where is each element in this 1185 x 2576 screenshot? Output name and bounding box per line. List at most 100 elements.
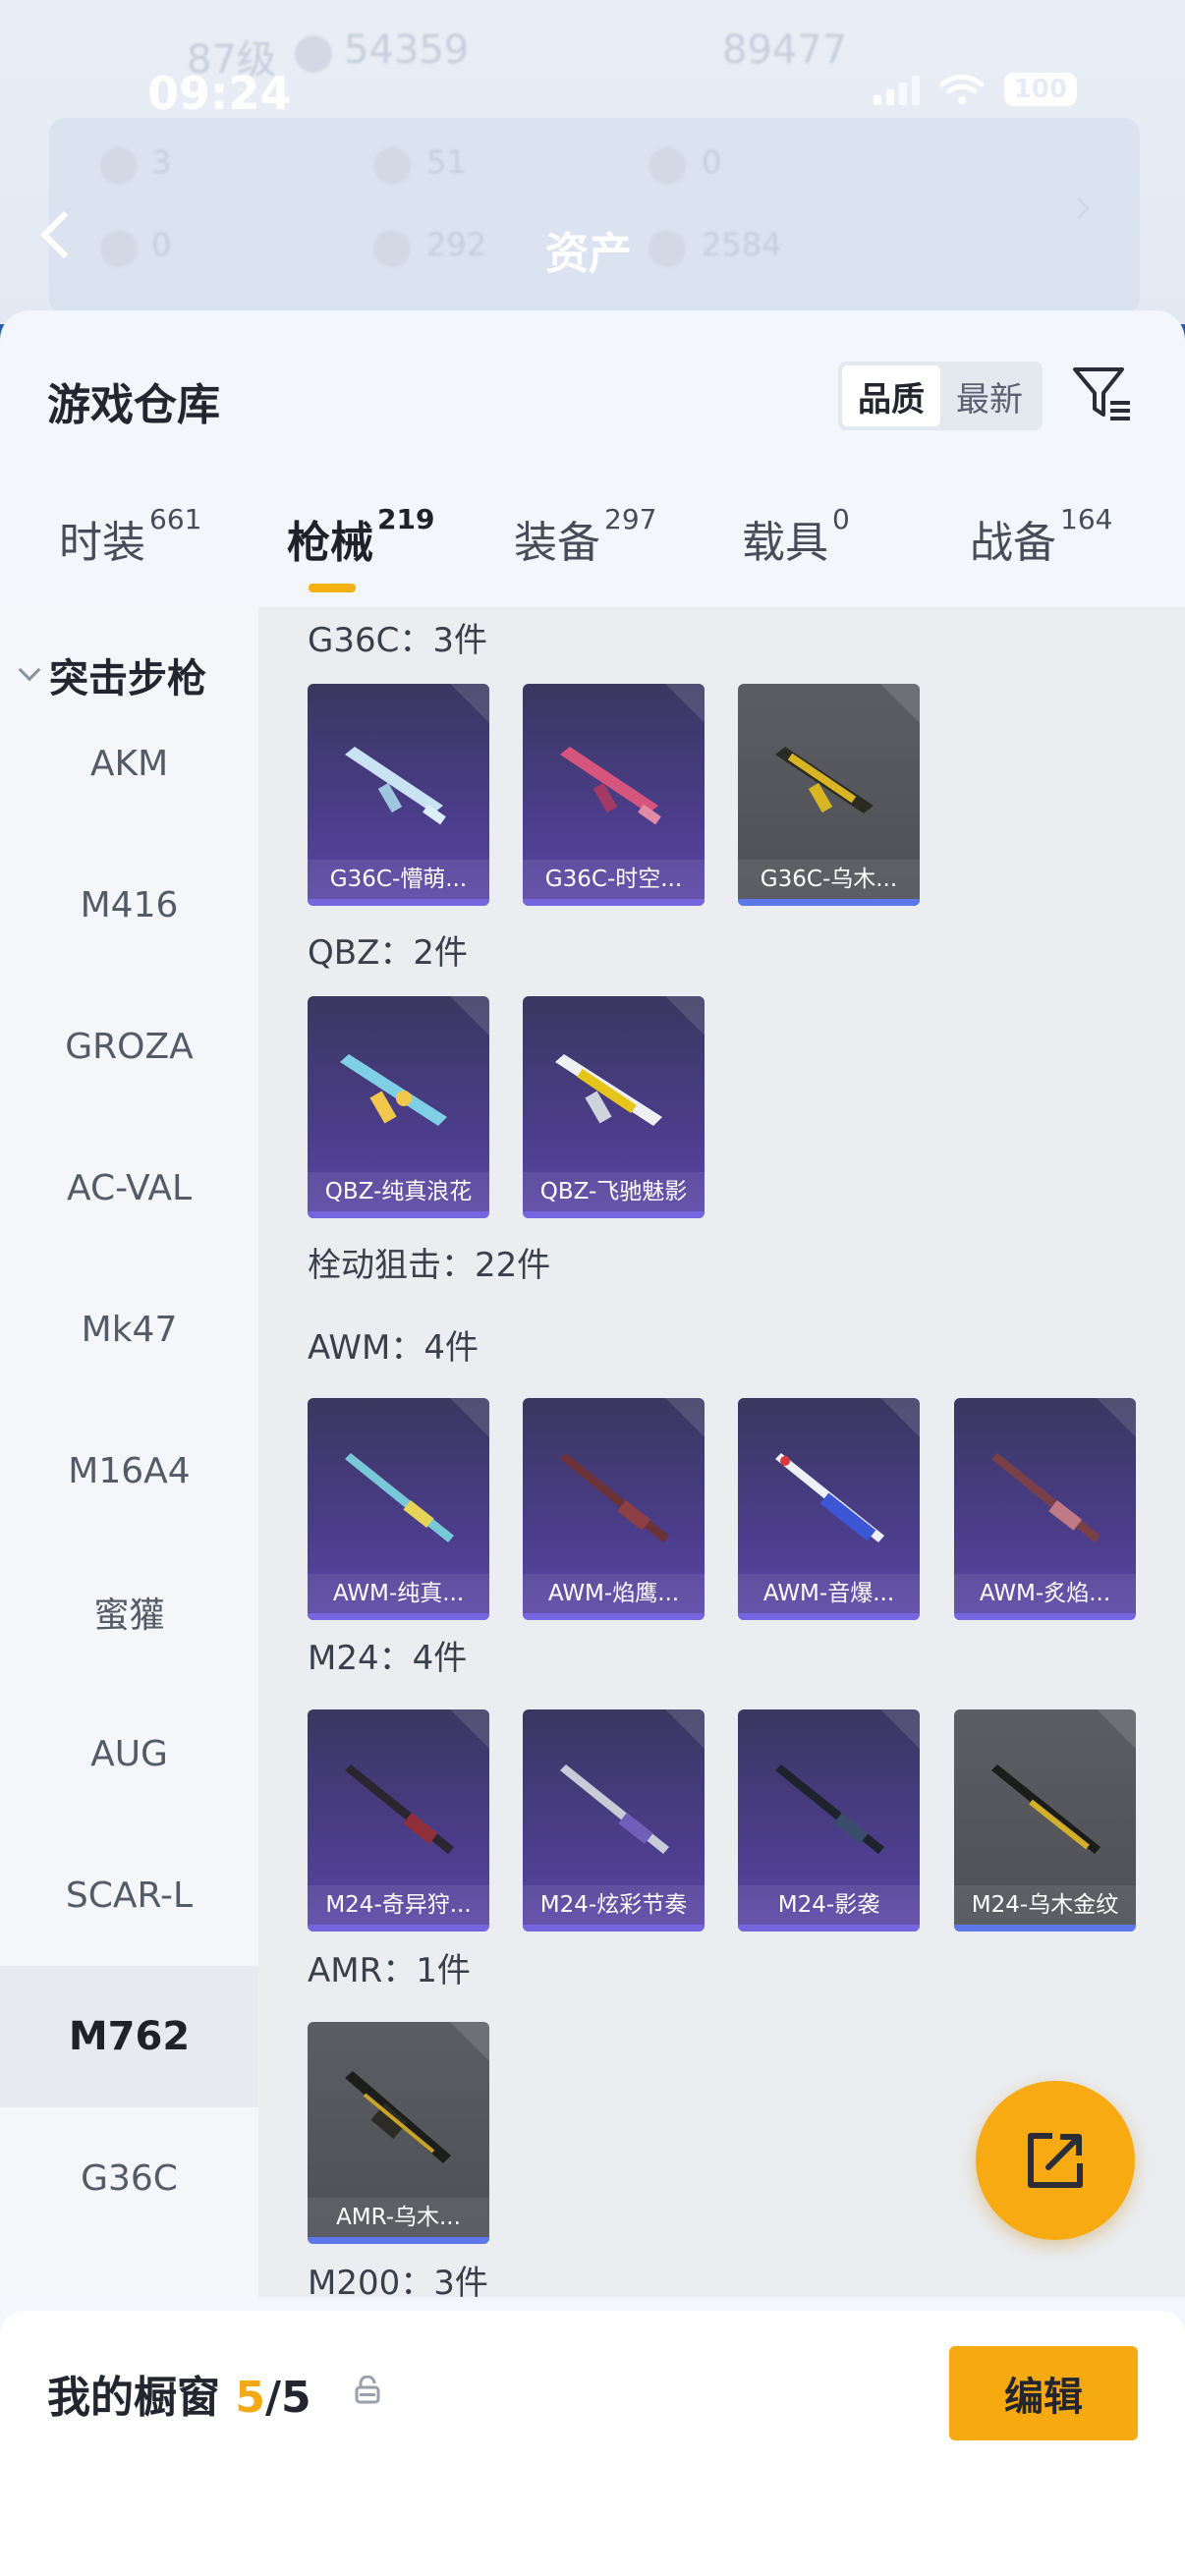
sort-option-newest[interactable]: 最新 xyxy=(940,365,1039,426)
battery-indicator: 100 xyxy=(1003,73,1077,106)
skin-card[interactable]: G36C-时空... xyxy=(523,684,705,906)
tab-count: 0 xyxy=(832,503,850,535)
showcase-panel: 我的橱窗 5/5 编辑 xyxy=(0,2311,1185,2576)
skin-name: M24-炫彩节奏 xyxy=(523,1885,705,1925)
skin-name: G36C-时空... xyxy=(523,860,705,899)
showcase-separator: / xyxy=(264,2373,282,2423)
skin-card[interactable]: AWM-音爆... xyxy=(738,1398,920,1620)
skin-card[interactable]: M24-影袭 xyxy=(738,1709,920,1932)
sidebar-item[interactable]: G36C xyxy=(0,2107,258,2249)
edit-button[interactable]: 编辑 xyxy=(949,2346,1138,2440)
sidebar-item[interactable]: AKM xyxy=(0,693,258,834)
sniper-rifle-icon xyxy=(775,1453,884,1542)
section-label: 栓动狙击：22件 xyxy=(308,1246,551,1285)
stat-value: 0 xyxy=(151,226,172,263)
stat-value: 2584 xyxy=(702,226,782,263)
sidebar-item[interactable]: M416 xyxy=(0,834,258,976)
tab-vehicles[interactable]: 载具 0 xyxy=(742,503,850,570)
skin-card[interactable]: AMR-乌木... xyxy=(308,2022,489,2244)
share-button[interactable] xyxy=(976,2081,1135,2240)
section-label: M24：4件 xyxy=(308,1639,468,1678)
status-time: 09:24 xyxy=(147,67,292,120)
tab-equipment[interactable]: 装备 297 xyxy=(514,503,656,570)
tab-label: 时装 xyxy=(59,518,145,568)
skin-card[interactable]: G36C-懵萌... xyxy=(308,684,489,906)
section-label: AWM：4件 xyxy=(308,1328,479,1368)
player-coins: 54359 xyxy=(344,28,470,73)
skin-card[interactable]: QBZ-纯真浪花 xyxy=(308,996,489,1218)
tab-count: 661 xyxy=(149,503,202,535)
tab-supplies[interactable]: 战备 164 xyxy=(970,503,1112,570)
tab-fashion[interactable]: 时装 661 xyxy=(59,503,201,570)
skin-name: AWM-炙焰... xyxy=(954,1574,1136,1613)
skin-name: AWM-音爆... xyxy=(738,1574,920,1613)
tab-label: 装备 xyxy=(514,518,600,568)
stat-icon xyxy=(649,230,686,267)
skin-card[interactable]: G36C-乌木... xyxy=(738,684,920,906)
sidebar-item[interactable]: AUG xyxy=(0,1683,258,1824)
tab-count: 164 xyxy=(1060,503,1113,535)
sidebar-item[interactable]: Mk47 xyxy=(0,1259,258,1400)
stat-value: 51 xyxy=(426,143,467,181)
skin-name: M24-影袭 xyxy=(738,1885,920,1925)
status-icons: 100 xyxy=(873,73,1077,106)
share-icon xyxy=(1028,2133,1083,2188)
section-label: M200：3件 xyxy=(308,2264,488,2297)
showcase-total-count: 5 xyxy=(281,2373,311,2423)
sniper-rifle-icon xyxy=(345,1764,454,1854)
category-tabs: 时装 661 枪械 219 装备 297 载具 0 战备 164 xyxy=(0,503,1185,605)
sidebar-item[interactable]: GROZA xyxy=(0,976,258,1117)
weapon-grid: G36C：3件 G36C-懵萌... G36C-时空... G36C-乌木...… xyxy=(258,607,1185,2297)
skin-name: QBZ-飞驰魅影 xyxy=(523,1172,705,1211)
skin-card[interactable]: AWM-焰鹰... xyxy=(523,1398,705,1620)
tab-count: 219 xyxy=(377,503,435,535)
tab-count: 297 xyxy=(604,503,657,535)
skin-name: AWM-焰鹰... xyxy=(523,1574,705,1613)
stat-icon xyxy=(649,147,686,185)
sniper-rifle-icon xyxy=(560,1764,669,1854)
sidebar-item[interactable]: AC-VAL xyxy=(0,1117,258,1259)
tab-guns[interactable]: 枪械 219 xyxy=(287,503,434,570)
skin-card[interactable]: M24-奇异狩... xyxy=(308,1709,489,1932)
coin-icon xyxy=(295,35,332,73)
active-tab-indicator xyxy=(309,584,356,592)
stat-value: 3 xyxy=(151,143,172,181)
filter-icon[interactable] xyxy=(1071,362,1134,424)
skin-card[interactable]: AWM-炙焰... xyxy=(954,1398,1136,1620)
skin-name: AWM-纯真... xyxy=(308,1574,489,1613)
wifi-icon xyxy=(939,74,985,104)
rifle-icon xyxy=(340,1054,447,1126)
rifle-icon xyxy=(345,747,446,825)
lock-icon xyxy=(355,2376,380,2404)
skin-card[interactable]: AWM-纯真... xyxy=(308,1398,489,1620)
stat-icon xyxy=(373,147,411,185)
sidebar-item[interactable]: M16A4 xyxy=(0,1400,258,1541)
sort-toggle: 品质 最新 xyxy=(838,362,1043,430)
stat-icon xyxy=(373,230,411,267)
skin-name: AMR-乌木... xyxy=(308,2198,489,2237)
signal-icon xyxy=(873,74,920,105)
sniper-rifle-icon xyxy=(560,1453,669,1542)
skin-card[interactable]: M24-炫彩节奏 xyxy=(523,1709,705,1932)
sniper-rifle-icon xyxy=(991,1764,1100,1854)
page-title: 资产 xyxy=(545,229,632,279)
chevron-down-icon xyxy=(18,658,41,682)
skin-card[interactable]: M24-乌木金纹 xyxy=(954,1709,1136,1932)
skin-card[interactable]: QBZ-飞驰魅影 xyxy=(523,996,705,1218)
stat-value: 0 xyxy=(702,143,722,181)
sort-option-quality[interactable]: 品质 xyxy=(842,365,940,426)
section-label: G36C：3件 xyxy=(308,621,487,660)
sidebar-item-active[interactable]: M762 xyxy=(0,1966,258,2107)
skin-name: G36C-乌木... xyxy=(738,860,920,899)
sidebar-item[interactable]: SCAR-L xyxy=(0,1824,258,1966)
sniper-rifle-icon xyxy=(991,1453,1100,1542)
skin-name: M24-乌木金纹 xyxy=(954,1885,1136,1925)
stat-icon xyxy=(100,230,138,267)
skin-name: G36C-懵萌... xyxy=(308,860,489,899)
section-label: AMR：1件 xyxy=(308,1951,471,1990)
warehouse-sheet: 游戏仓库 品质 最新 时装 661 枪械 219 装备 297 载具 0 战备 164 突… xyxy=(0,310,1185,2576)
weapon-sidebar: 突击步枪 AKM M416 GROZA AC-VAL Mk47 M16A4 蜜獾… xyxy=(0,607,258,2297)
showcase-current-count: 5 xyxy=(235,2373,265,2423)
sniper-rifle-icon xyxy=(345,1453,454,1542)
sidebar-item[interactable]: 蜜獾 xyxy=(0,1541,258,1683)
